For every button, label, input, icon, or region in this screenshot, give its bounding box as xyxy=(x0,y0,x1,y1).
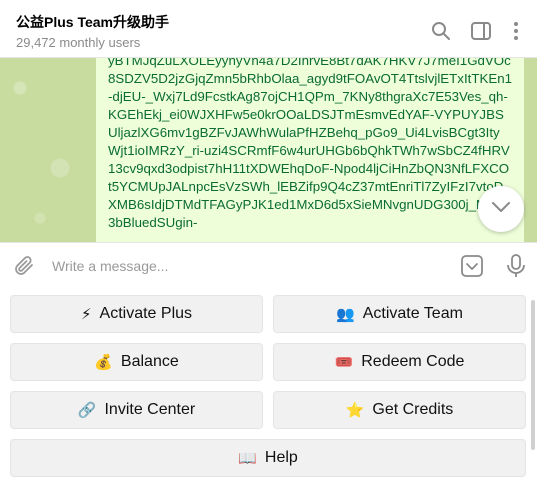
button-label: Get Credits xyxy=(372,401,454,418)
chevron-down-icon xyxy=(491,200,511,218)
button-label: Activate Plus xyxy=(99,305,193,322)
paperclip-icon[interactable] xyxy=(12,254,36,278)
button-label: Redeem Code xyxy=(361,353,465,370)
button-label: Balance xyxy=(120,353,179,370)
chat-area[interactable]: yBTMJqZuLXOLEyyhyVn4a7D2IhrvE8Bt7dAK7HKV… xyxy=(0,58,537,242)
button-label: Invite Center xyxy=(104,401,196,418)
message-composer xyxy=(0,242,537,288)
link-icon: 🔗 xyxy=(77,402,97,419)
message-input[interactable] xyxy=(52,256,442,276)
keyboard-scrollbar[interactable] xyxy=(531,300,535,450)
more-vertical-icon[interactable] xyxy=(505,20,527,42)
message-bubble[interactable]: yBTMJqZuLXOLEyyhyVn4a7D2IhrvE8Bt7dAK7HKV… xyxy=(96,58,524,242)
message-text: yBTMJqZuLXOLEyyhyVn4a7D2IhrvE8Bt7dAK7HKV… xyxy=(108,58,512,230)
chat-title[interactable]: 公益Plus Team升级助手 xyxy=(16,12,169,32)
help-button[interactable]: 📖 Help xyxy=(10,439,526,477)
activate-team-button[interactable]: 👥 Activate Team xyxy=(273,295,526,333)
button-label: Help xyxy=(264,449,298,466)
redeem-code-button[interactable]: 🎟️ Redeem Code xyxy=(273,343,526,381)
ticket-icon: 🎟️ xyxy=(334,354,354,371)
search-icon[interactable] xyxy=(430,20,452,42)
book-icon: 📖 xyxy=(238,450,257,467)
sidebar-toggle-icon[interactable] xyxy=(470,20,492,42)
bot-keyboard-icon[interactable] xyxy=(460,254,484,278)
chat-subtitle: 29,472 monthly users xyxy=(16,35,141,50)
invite-center-button[interactable]: 🔗 Invite Center xyxy=(10,391,263,429)
money-bag-icon: 💰 xyxy=(94,354,113,371)
microphone-icon[interactable] xyxy=(504,253,528,279)
chat-header: 公益Plus Team升级助手 29,472 monthly users xyxy=(0,0,537,58)
scroll-down-button[interactable] xyxy=(478,186,524,232)
button-label: Activate Team xyxy=(362,305,463,322)
activate-plus-button[interactable]: ⚡ Activate Plus xyxy=(10,295,263,333)
get-credits-button[interactable]: ⭐ Get Credits xyxy=(273,391,526,429)
balance-button[interactable]: 💰 Balance xyxy=(10,343,263,381)
lightning-icon: ⚡ xyxy=(80,306,92,323)
people-icon: 👥 xyxy=(336,306,355,323)
star-icon: ⭐ xyxy=(345,402,365,419)
